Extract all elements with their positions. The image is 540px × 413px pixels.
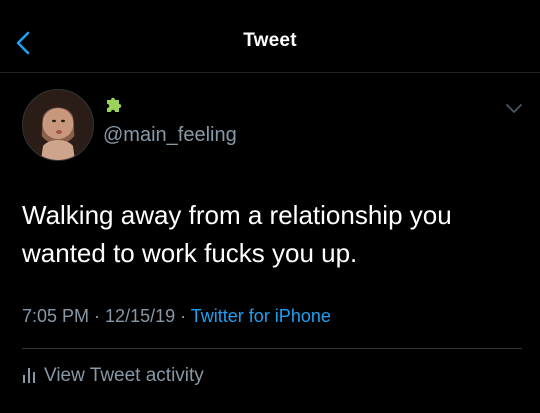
divider <box>22 348 522 349</box>
puzzle-piece-icon <box>103 94 125 116</box>
tweet-source-link[interactable]: Twitter for iPhone <box>191 306 331 326</box>
tweet-text: Walking away from a relationship you wan… <box>22 200 452 268</box>
avatar[interactable] <box>22 89 94 161</box>
activity-label: View Tweet activity <box>44 365 204 386</box>
top-bar: Tweet <box>0 0 540 73</box>
tweet-time: 7:05 PM <box>22 306 90 326</box>
profile-photo <box>35 102 81 160</box>
tweet-date: 12/15/19 <box>105 306 176 326</box>
page-title: Tweet <box>243 30 297 51</box>
tweet-meta: 7:05 PM · 12/15/19 · Twitter for iPhone <box>22 306 331 327</box>
meta-separator-2: · <box>175 306 191 326</box>
meta-separator: · <box>89 306 106 326</box>
tweet-menu-button[interactable] <box>505 102 523 114</box>
bar-chart-icon <box>22 366 36 389</box>
view-tweet-activity-button[interactable]: View Tweet activity <box>22 365 204 389</box>
user-handle[interactable]: @main_feeling <box>103 124 237 147</box>
chevron-down-icon <box>506 104 522 113</box>
